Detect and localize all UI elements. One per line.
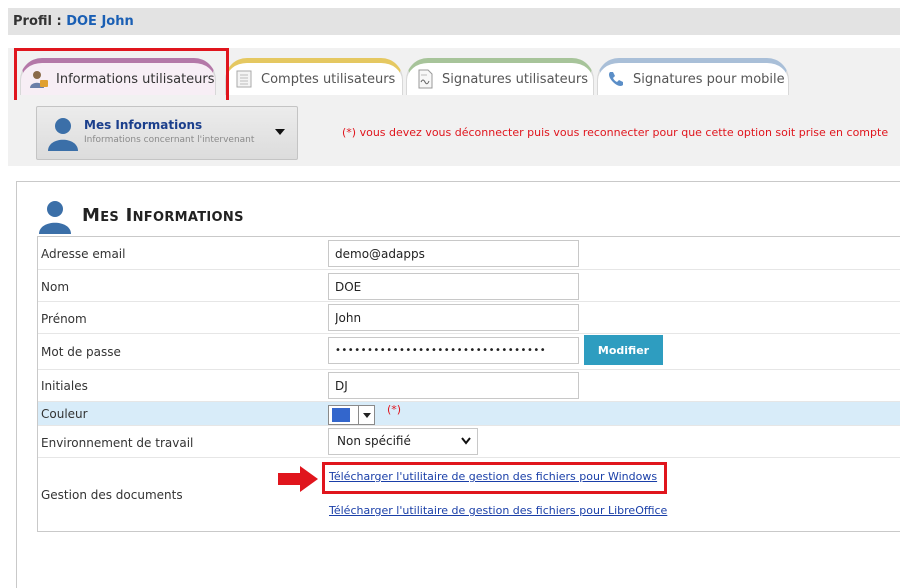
color-picker[interactable] — [328, 405, 375, 425]
panel-title: Mes Informations — [82, 205, 244, 226]
tab-label: Signatures utilisateurs — [442, 71, 588, 87]
phone-icon — [609, 72, 623, 86]
tab-signatures-utilisateurs[interactable]: Signatures utilisateurs — [406, 58, 594, 95]
chevron-down-icon — [461, 437, 471, 445]
tab-comptes-utilisateurs[interactable]: Comptes utilisateurs — [225, 58, 403, 95]
caret-down-icon — [275, 129, 285, 135]
section-dropdown[interactable]: Mes Informations Informations concernant… — [36, 106, 298, 160]
password-label: Mot de passe — [41, 345, 121, 359]
info-form: Adresse email Nom Prénom Mot de passe Mo… — [37, 236, 900, 532]
tab-label: Comptes utilisateurs — [261, 71, 396, 87]
initiales-label: Initiales — [41, 379, 88, 393]
logout-notice: (*) vous devez vous déconnecter puis vou… — [342, 126, 889, 139]
row-password: Mot de passe Modifier — [38, 334, 900, 370]
color-swatch — [332, 408, 350, 422]
tab-label: Signatures pour mobile — [633, 71, 785, 87]
prenom-input[interactable] — [328, 304, 579, 331]
initiales-input[interactable] — [328, 372, 579, 399]
row-documents: Gestion des documents Télécharger l'util… — [38, 458, 900, 532]
row-couleur: Couleur (*) — [38, 402, 900, 426]
tab-highlight-box — [14, 48, 229, 103]
nom-input[interactable] — [328, 273, 579, 300]
row-environnement: Environnement de travail Non spécifié — [38, 426, 900, 458]
prenom-label: Prénom — [41, 312, 87, 326]
modify-password-button[interactable]: Modifier — [584, 335, 663, 365]
user-icon — [39, 201, 71, 234]
download-libreoffice-link[interactable]: Télécharger l'utilitaire de gestion des … — [329, 504, 667, 517]
download-windows-link[interactable]: Télécharger l'utilitaire de gestion des … — [329, 470, 657, 483]
environnement-value: Non spécifié — [337, 434, 411, 448]
notebook-icon — [236, 70, 252, 88]
environnement-label: Environnement de travail — [41, 436, 194, 450]
profile-user-name: DOE John — [66, 14, 134, 29]
tab-signatures-mobile[interactable]: Signatures pour mobile — [597, 58, 789, 95]
environnement-select[interactable]: Non spécifié — [328, 428, 478, 455]
documents-label: Gestion des documents — [41, 488, 183, 502]
password-input[interactable] — [328, 337, 579, 364]
profile-header: Profil : DOE John — [8, 8, 900, 35]
required-mark: (*) — [387, 403, 402, 416]
signature-document-icon — [418, 69, 433, 89]
email-label: Adresse email — [41, 247, 126, 261]
arrow-right-icon — [278, 466, 318, 492]
row-email: Adresse email — [38, 237, 900, 270]
row-nom: Nom — [38, 270, 900, 302]
couleur-label: Couleur — [41, 407, 88, 421]
user-icon — [48, 118, 78, 151]
profile-label: Profil : — [13, 14, 62, 29]
row-initiales: Initiales — [38, 370, 900, 402]
row-prenom: Prénom — [38, 302, 900, 334]
section-dropdown-title: Mes Informations — [84, 118, 203, 132]
chevron-down-icon — [358, 406, 374, 424]
nom-label: Nom — [41, 280, 70, 294]
section-dropdown-subtitle: Informations concernant l'intervenant — [84, 135, 255, 145]
email-input[interactable] — [328, 240, 579, 267]
